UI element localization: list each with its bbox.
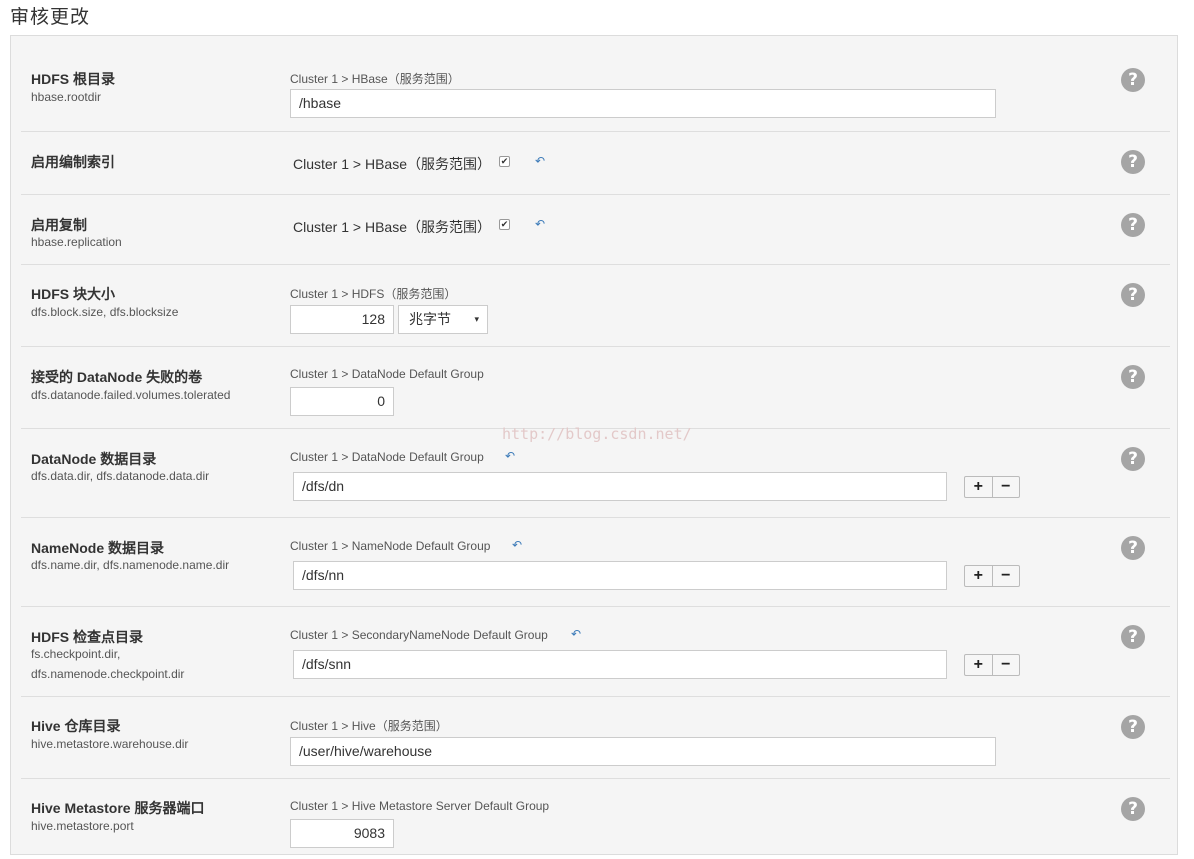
config-key-line-1: fs.checkpoint.dir, [31,647,121,661]
add-button[interactable]: + [965,477,992,497]
config-scope: Cluster 1 > SecondaryNameNode Default Gr… [290,628,548,642]
question-circle-icon[interactable]: ? [1121,213,1145,237]
config-row-namenode-dir: NameNode 数据目录 dfs.name.dir, dfs.namenode… [21,518,1170,607]
config-row-checkpoint-dir: HDFS 检查点目录 fs.checkpoint.dir, dfs.nameno… [21,607,1170,697]
question-circle-icon[interactable]: ? [1121,536,1145,560]
namenode-dir-buttons: + − [964,565,1020,587]
metastore-port-input[interactable]: 9083 [290,819,394,848]
chevron-down-icon: ▾ [474,314,479,324]
remove-button[interactable]: − [991,655,1020,675]
add-button[interactable]: + [965,566,992,586]
config-scope: Cluster 1 > DataNode Default Group [290,367,484,381]
config-key: hive.metastore.port [31,819,134,833]
config-row-hive-warehouse: Hive 仓库目录 hive.metastore.warehouse.dir C… [21,697,1170,779]
config-scope: Cluster 1 > HBase（服务范围） [293,219,491,235]
question-circle-icon[interactable]: ? [1121,283,1145,307]
config-scope: Cluster 1 > Hive（服务范围） [290,719,448,733]
undo-arrow-icon[interactable]: ↶ [571,628,585,640]
question-circle-icon[interactable]: ? [1121,625,1145,649]
config-row-enable-indexing: 启用编制索引 Cluster 1 > HBase（服务范围） ✔ ↶ ? [21,132,1170,195]
config-title: Hive Metastore 服务器端口 [31,800,205,816]
config-title: 接受的 DataNode 失败的卷 [31,369,203,385]
config-title: 启用编制索引 [31,154,115,170]
config-key-line-2: dfs.namenode.checkpoint.dir [31,667,185,681]
question-circle-icon[interactable]: ? [1121,715,1145,739]
undo-arrow-icon[interactable]: ↶ [535,218,549,230]
watermark: http://blog.csdn.net/ [502,425,692,443]
config-key: dfs.datanode.failed.volumes.tolerated [31,388,231,402]
add-button[interactable]: + [965,655,992,675]
config-key: dfs.name.dir, dfs.namenode.name.dir [31,558,230,572]
config-title: HDFS 根目录 [31,71,115,87]
review-changes-panel: HDFS 根目录 hbase.rootdir Cluster 1 > HBase… [10,35,1178,855]
config-scope: Cluster 1 > DataNode Default Group [290,450,484,464]
config-title: HDFS 块大小 [31,286,115,302]
config-key: hbase.rootdir [31,90,102,104]
config-key: dfs.data.dir, dfs.datanode.data.dir [31,469,210,483]
config-title: Hive 仓库目录 [31,718,121,734]
config-scope: Cluster 1 > HBase（服务范围） [293,156,491,172]
datanode-dir-input[interactable]: /dfs/dn [293,472,947,501]
question-circle-icon[interactable]: ? [1121,447,1145,471]
block-size-unit-select[interactable]: 兆字节 ▾ [398,305,488,334]
remove-button[interactable]: − [991,566,1020,586]
block-size-input[interactable]: 128 [290,305,394,334]
config-scope: Cluster 1 > HBase（服务范围） [290,72,460,86]
enable-replication-checkbox[interactable]: ✔ [499,219,510,230]
config-row-metastore-port: Hive Metastore 服务器端口 hive.metastore.port… [21,779,1170,859]
config-key: hbase.replication [31,235,122,249]
config-scope: Cluster 1 > Hive Metastore Server Defaul… [290,799,550,813]
undo-arrow-icon[interactable]: ↶ [512,539,526,551]
page-title: 审核更改 [10,6,91,28]
namenode-dir-input[interactable]: /dfs/nn [293,561,947,590]
config-row-enable-replication: 启用复制 hbase.replication Cluster 1 > HBase… [21,195,1170,265]
unit-label: 兆字节 [409,311,451,327]
hbase-rootdir-input[interactable]: /hbase [290,89,996,118]
question-circle-icon[interactable]: ? [1121,150,1145,174]
config-row-failed-volumes: 接受的 DataNode 失败的卷 dfs.datanode.failed.vo… [21,347,1170,429]
undo-arrow-icon[interactable]: ↶ [505,450,519,462]
config-scope: Cluster 1 > HDFS（服务范围） [290,287,457,301]
datanode-dir-buttons: + − [964,476,1020,498]
enable-indexing-checkbox[interactable]: ✔ [499,156,510,167]
checkpoint-dir-input[interactable]: /dfs/snn [293,650,947,679]
failed-volumes-input[interactable]: 0 [290,387,394,416]
config-row-hbase-rootdir: HDFS 根目录 hbase.rootdir Cluster 1 > HBase… [21,50,1170,132]
undo-arrow-icon[interactable]: ↶ [535,155,549,167]
config-scope: Cluster 1 > NameNode Default Group [290,539,491,553]
question-circle-icon[interactable]: ? [1121,797,1145,821]
config-key: dfs.block.size, dfs.blocksize [31,305,179,319]
config-key: hive.metastore.warehouse.dir [31,737,189,751]
question-circle-icon[interactable]: ? [1121,365,1145,389]
config-row-block-size: HDFS 块大小 dfs.block.size, dfs.blocksize C… [21,265,1170,347]
question-circle-icon[interactable]: ? [1121,68,1145,92]
hive-warehouse-input[interactable]: /user/hive/warehouse [290,737,996,766]
checkpoint-dir-buttons: + − [964,654,1020,676]
remove-button[interactable]: − [991,477,1020,497]
